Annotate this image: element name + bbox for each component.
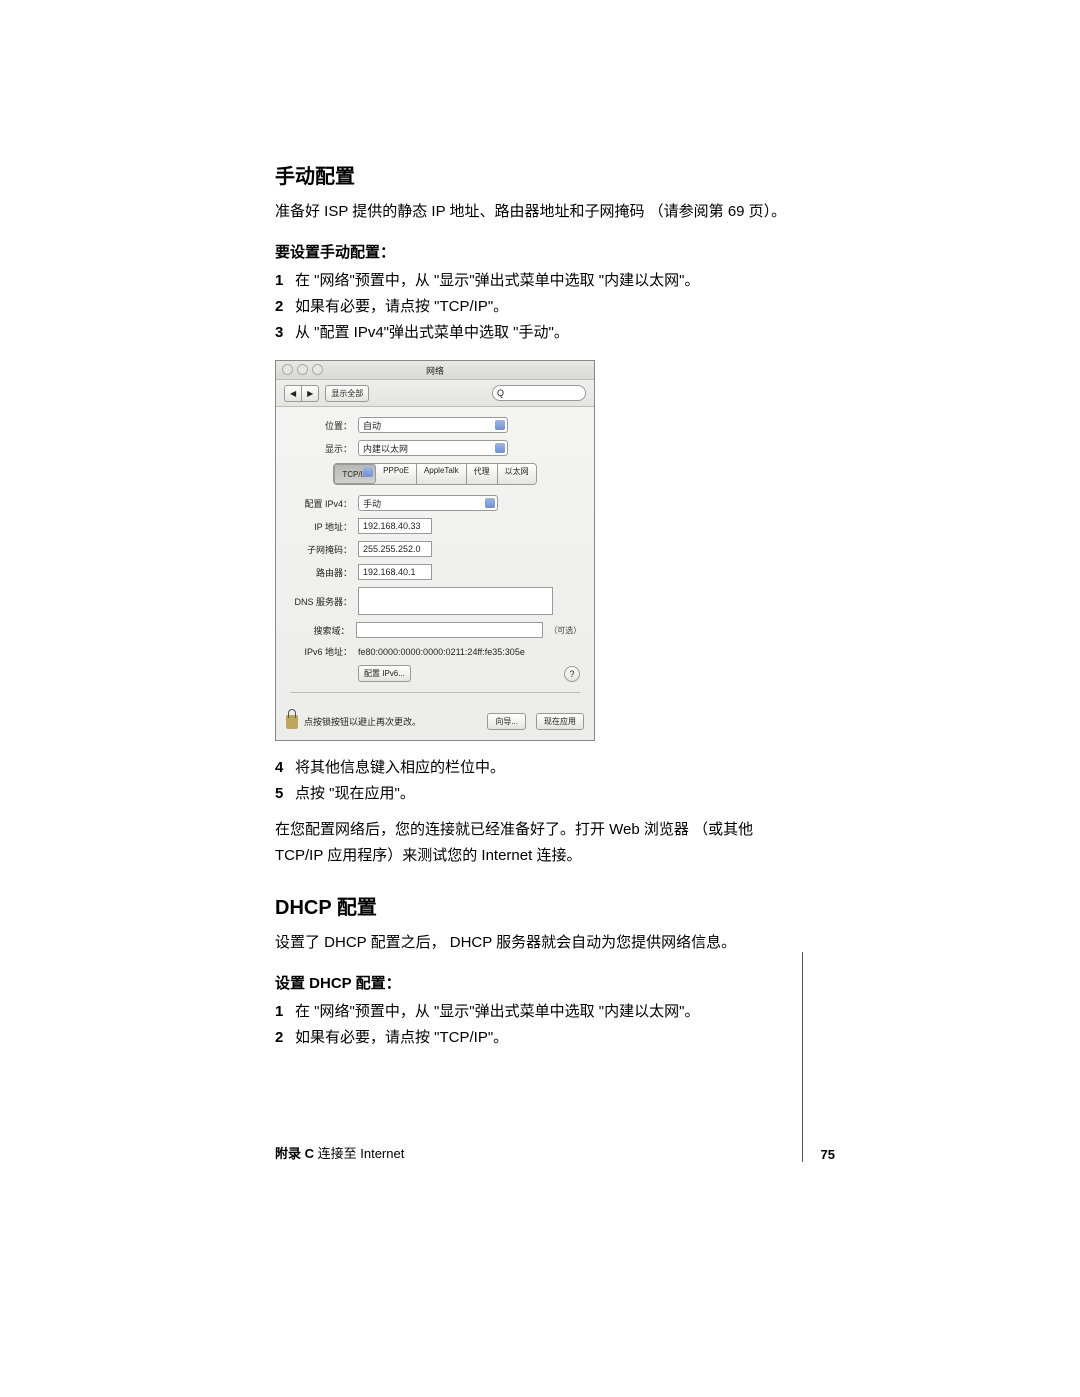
ipv4config-label: 配置 IPv4： (290, 497, 358, 510)
ip-label: IP 地址： (290, 520, 358, 533)
footer-left-rest: 连接至 Internet (314, 1146, 404, 1161)
section1-outro: 在您配置网络后，您的连接就已经准备好了。打开 Web 浏览器 （或其他 TCP/… (275, 817, 805, 869)
section1-intro: 准备好 ISP 提供的静态 IP 地址、路由器地址和子网掩码 （请参阅第 69 … (275, 199, 805, 225)
search-input[interactable]: Q (492, 385, 586, 401)
subnet-label: 子网掩码： (290, 543, 358, 556)
show-label: 显示： (290, 442, 358, 455)
close-icon[interactable] (282, 364, 293, 375)
section1-title: 手动配置 (275, 160, 805, 189)
tab-tcpip[interactable]: TCP/IP (334, 464, 376, 484)
page-number: 75 (821, 1147, 835, 1162)
searchdomain-label: 搜索域： (290, 624, 356, 637)
step-text: 在 "网络"预置中，从 "显示"弹出式菜单中选取 "内建以太网"。 (295, 272, 699, 289)
nav-forward-button[interactable]: ▶ (301, 385, 319, 402)
show-select[interactable]: 内建以太网 (358, 440, 508, 456)
help-button[interactable]: ? (564, 666, 580, 682)
optional-text: （可选） (549, 625, 580, 636)
toolbar: ◀ ▶ 显示全部 Q (276, 380, 594, 407)
ipv4config-select[interactable]: 手动 (358, 495, 498, 511)
tab-ethernet[interactable]: 以太网 (498, 464, 536, 484)
lock-icon[interactable] (286, 715, 298, 729)
location-label: 位置： (290, 419, 358, 432)
apply-button[interactable]: 现在应用 (536, 713, 584, 730)
tab-proxy[interactable]: 代理 (467, 464, 498, 484)
tab-appletalk[interactable]: AppleTalk (417, 464, 467, 484)
ip-field[interactable]: 192.168.40.33 (358, 518, 432, 534)
window-title: 网络 (426, 364, 444, 377)
footer-left-bold: 附录 C (275, 1146, 314, 1161)
section1-subtitle: 要设置手动配置： (275, 241, 805, 262)
dns-label: DNS 服务器： (290, 595, 358, 608)
nav-back-button[interactable]: ◀ (284, 385, 301, 402)
traffic-lights[interactable] (282, 364, 323, 375)
section1-steps-after: 4将其他信息键入相应的栏位中。 5点按 "现在应用"。 (275, 755, 805, 807)
ipv6-label: IPv6 地址： (290, 645, 358, 658)
step-text: 如果有必要，请点按 "TCP/IP"。 (295, 298, 508, 315)
titlebar: 网络 (276, 361, 594, 380)
router-field[interactable]: 192.168.40.1 (358, 564, 432, 580)
show-all-button[interactable]: 显示全部 (325, 385, 369, 402)
dns-field[interactable] (358, 587, 553, 615)
step-text: 点按 "现在应用"。 (295, 785, 415, 802)
network-prefs-window: 网络 ◀ ▶ 显示全部 Q 位置： 自动 显示： 内建以太网 TCP/I (275, 360, 595, 741)
section2-title: DHCP 配置 (275, 891, 805, 920)
assist-button[interactable]: 向导... (487, 713, 526, 730)
step-text: 从 "配置 IPv4"弹出式菜单中选取 "手动"。 (295, 324, 569, 341)
zoom-icon[interactable] (312, 364, 323, 375)
ipv6-value: fe80:0000:0000:0000:0211:24ff:fe35:305e (358, 647, 525, 657)
tab-pppoe[interactable]: PPPoE (376, 464, 417, 484)
tabset: TCP/IP PPPoE AppleTalk 代理 以太网 (290, 463, 580, 485)
searchdomain-field[interactable] (356, 622, 544, 638)
step-text: 将其他信息键入相应的栏位中。 (295, 759, 505, 776)
subnet-field[interactable]: 255.255.252.0 (358, 541, 432, 557)
location-select[interactable]: 自动 (358, 417, 508, 433)
lock-text: 点按锁按钮以避止再次更改。 (304, 715, 421, 728)
search-icon: Q (497, 388, 504, 398)
minimize-icon[interactable] (297, 364, 308, 375)
configure-ipv6-button[interactable]: 配置 IPv6... (358, 665, 411, 682)
page-footer: 附录 C 连接至 Internet 75 (275, 952, 835, 1162)
router-label: 路由器： (290, 566, 358, 579)
section1-steps: 1在 "网络"预置中，从 "显示"弹出式菜单中选取 "内建以太网"。 2如果有必… (275, 268, 805, 346)
